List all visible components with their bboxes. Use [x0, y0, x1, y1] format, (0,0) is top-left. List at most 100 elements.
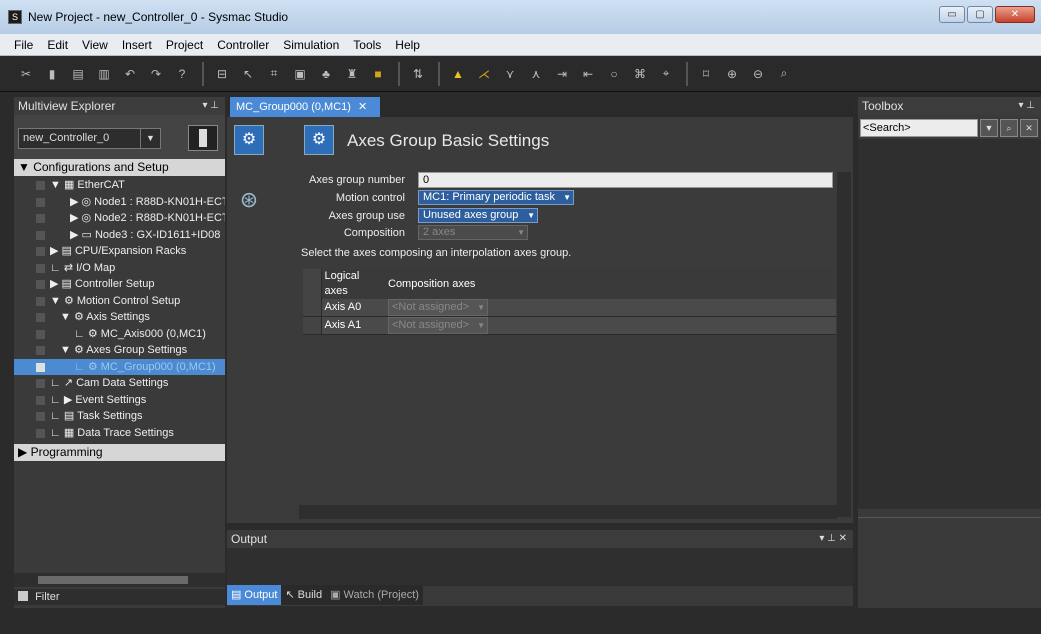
menu-simulation[interactable]: Simulation [283, 38, 339, 52]
menu-view[interactable]: View [82, 38, 108, 52]
operation-settings-icon[interactable]: ⊛ [234, 185, 264, 215]
controller-select[interactable]: new_Controller_0 ▼ [18, 128, 161, 149]
zoom-out-icon[interactable]: ⊖ [746, 63, 770, 85]
composition-select[interactable]: 2 axes ▼ [418, 225, 528, 240]
tree-item[interactable]: ▼ ⚙ Motion Control Setup [14, 293, 225, 310]
maximize-button[interactable]: ▢ [967, 6, 993, 23]
composition-axis-select[interactable]: <Not assigned> ▼ [388, 317, 488, 334]
minimize-button[interactable]: ▭ [939, 6, 965, 23]
simulate-icon[interactable]: ⌘ [628, 63, 652, 85]
tree-item[interactable]: ▶ ▤ Controller Setup [14, 276, 225, 293]
tree-item[interactable]: ∟ ⚙ MC_Axis000 (0,MC1) [14, 326, 225, 343]
watch-icon[interactable]: ▣ [288, 63, 312, 85]
group-number-input[interactable]: 0 [418, 172, 833, 188]
tree-item-label: ∟ ⚙ MC_Axis000 (0,MC1) [74, 327, 206, 340]
tree-item[interactable]: ∟ ⚙ MC_Group000 (0,MC1) [14, 358, 225, 375]
force-release-icon[interactable]: ⇤ [576, 63, 600, 85]
menu-file[interactable]: File [14, 38, 33, 52]
composition-axis-select[interactable]: <Not assigned> ▼ [388, 299, 488, 316]
row-header-cell [303, 316, 322, 335]
motion-control-label: Motion control [335, 192, 405, 204]
tree-item[interactable]: ▶ ▭ Node3 : GX-ID1611+ID08 [14, 227, 225, 244]
menu-project[interactable]: Project [166, 38, 203, 52]
tree-item-label: ▼ ⚙ Axes Group Settings [60, 344, 188, 356]
menu-edit[interactable]: Edit [47, 38, 68, 52]
editor-vertical-scrollbar[interactable] [837, 172, 851, 517]
synchronize-icon[interactable]: ⇅ [406, 63, 430, 85]
set-icon[interactable]: ⋌ [472, 63, 496, 85]
transfer-icon[interactable]: ⌗ [262, 63, 286, 85]
close-icon[interactable]: ✕ [358, 101, 367, 113]
force-on-icon[interactable]: ⋏ [524, 63, 548, 85]
output-controls[interactable]: ▾ ⊥ ✕ [819, 530, 847, 548]
tree-item[interactable]: ∟ ▤ Task Settings [14, 408, 225, 425]
fit-icon[interactable]: ⌑ [694, 63, 718, 85]
undo-icon[interactable]: ↶ [118, 63, 142, 85]
group-use-select[interactable]: Unused axes group ▼ [418, 208, 538, 223]
chevron-down-icon: ▼ [477, 321, 485, 330]
delete-icon[interactable]: ▥ [92, 63, 116, 85]
tree-item[interactable]: ▶ ▤ CPU/Expansion Racks [14, 243, 225, 260]
cut-icon[interactable]: ✂ [14, 63, 38, 85]
redo-icon[interactable]: ↷ [144, 63, 168, 85]
copy-icon[interactable]: ▮ [40, 63, 64, 85]
compare-icon[interactable]: ⌖ [654, 63, 678, 85]
stop-icon[interactable]: ■ [366, 63, 390, 85]
tab-mc-group000[interactable]: MC_Group000 (0,MC1) ✕ [230, 97, 380, 117]
toolbox-search-input[interactable]: <Search> [860, 119, 978, 137]
toolbox-list [858, 139, 1041, 509]
zoom-reset-icon[interactable]: ⌕ [772, 63, 796, 85]
section-configurations[interactable]: ▼ Configurations and Setup [14, 159, 225, 176]
filter-bar[interactable]: Filter [14, 589, 225, 605]
warning-icon[interactable]: ▲ [446, 63, 470, 85]
search-icon[interactable]: ⌕ [1000, 119, 1018, 137]
tree-item[interactable]: ∟ ⇄ I/O Map [14, 260, 225, 277]
scrollbar-thumb[interactable] [38, 576, 188, 584]
toolbox-lower-pane [858, 517, 1041, 608]
paste-icon[interactable]: ▤ [66, 63, 90, 85]
tree-item[interactable]: ▼ ⚙ Axis Settings [14, 309, 225, 326]
tree-item[interactable]: ▼ ⚙ Axes Group Settings [14, 342, 225, 359]
toolbar-separator [398, 61, 400, 86]
tree-item[interactable]: ▶ ◎ Node2 : R88D-KN01H-ECT [14, 210, 225, 227]
tree-item[interactable]: ∟ ▶ Event Settings [14, 392, 225, 409]
help-icon[interactable]: ? [170, 63, 194, 85]
motion-control-select[interactable]: MC1: Primary periodic task ▼ [418, 190, 574, 205]
tree-item-label: ▶ ◎ Node1 : R88D-KN01H-ECT [70, 195, 225, 208]
menu-controller[interactable]: Controller [217, 38, 269, 52]
group-number-label: Axes group number [309, 174, 405, 186]
tree-item[interactable]: ▼ ▦ EtherCAT [14, 177, 225, 194]
tree-item-label: ∟ ⚙ MC_Group000 (0,MC1) [74, 360, 216, 373]
force-off-icon[interactable]: ⇥ [550, 63, 574, 85]
monitor-icon[interactable]: ○ [602, 63, 626, 85]
tree-item-label: ∟ ↗ Cam Data Settings [50, 377, 169, 389]
tab-watch-project[interactable]: ▣ Watch (Project) [326, 585, 423, 605]
clear-icon[interactable]: ✕ [1020, 119, 1038, 137]
section-programming[interactable]: ▶ Programming [14, 444, 225, 461]
row-header-cell [303, 299, 322, 317]
menu-insert[interactable]: Insert [122, 38, 152, 52]
find-icon[interactable]: ♜ [340, 63, 364, 85]
explorer-scrollbar[interactable] [14, 573, 225, 587]
tab-build[interactable]: ↖ Build [281, 585, 326, 605]
cross-reference-icon[interactable]: ♣ [314, 63, 338, 85]
tree-item[interactable]: ∟ ↗ Cam Data Settings [14, 375, 225, 392]
tab-output[interactable]: ▤ Output [227, 585, 282, 605]
tree-item-marker [36, 379, 45, 388]
close-window-button[interactable]: ✕ [995, 6, 1035, 23]
tree-item[interactable]: ▶ ◎ Node1 : R88D-KN01H-ECT [14, 194, 225, 211]
controller-device-icon[interactable] [188, 125, 218, 151]
chevron-down-icon[interactable]: ▼ [980, 119, 998, 137]
editor-horizontal-scrollbar[interactable] [299, 505, 837, 519]
menu-tools[interactable]: Tools [353, 38, 381, 52]
pin-icon[interactable]: ▾ ⊥ [1018, 97, 1035, 115]
tree-item[interactable]: ∟ ▦ Data Trace Settings [14, 425, 225, 442]
zoom-in-icon[interactable]: ⊕ [720, 63, 744, 85]
pin-icon[interactable]: ▾ ⊥ [202, 97, 219, 115]
menu-help[interactable]: Help [395, 38, 420, 52]
online-icon[interactable]: ⊟ [210, 63, 234, 85]
axis-name-cell: Axis A0 [324, 301, 362, 313]
build-icon[interactable]: ↖ [236, 63, 260, 85]
reset-icon[interactable]: ⋎ [498, 63, 522, 85]
basic-settings-icon[interactable]: ⚙ [234, 125, 264, 155]
